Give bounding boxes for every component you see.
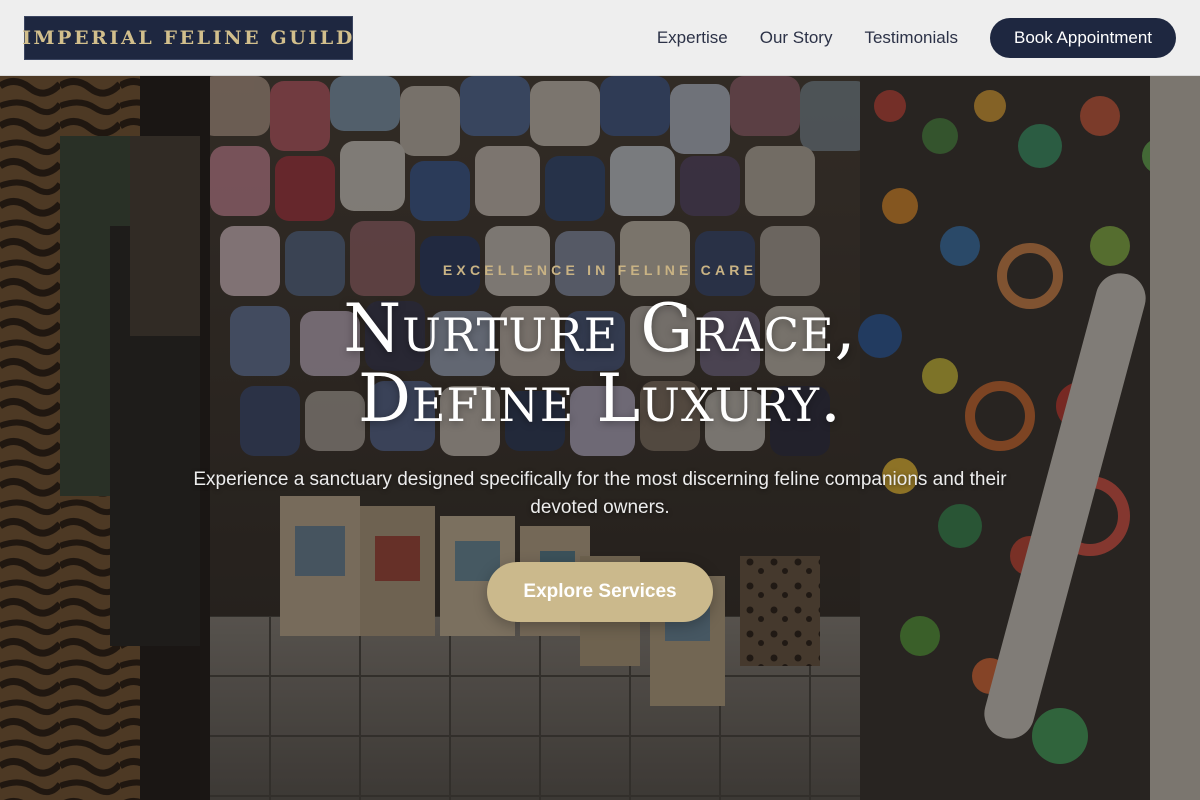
site-header: IMPERIAL FELINE GUILD Expertise Our Stor… xyxy=(0,0,1200,76)
explore-services-button[interactable]: Explore Services xyxy=(487,562,713,622)
brand-logo-text: IMPERIAL FELINE GUILD xyxy=(22,27,355,49)
book-appointment-button[interactable]: Book Appointment xyxy=(990,18,1176,58)
hero-section: EXCELLENCE IN FELINE CARE Nurture Grace,… xyxy=(0,76,1200,800)
brand-logo[interactable]: IMPERIAL FELINE GUILD xyxy=(22,16,355,60)
main-nav: Expertise Our Story Testimonials Book Ap… xyxy=(657,18,1176,58)
page: IMPERIAL FELINE GUILD Expertise Our Stor… xyxy=(0,0,1200,800)
nav-link-testimonials[interactable]: Testimonials xyxy=(864,28,958,48)
nav-link-expertise[interactable]: Expertise xyxy=(657,28,728,48)
nav-link-our-story[interactable]: Our Story xyxy=(760,28,833,48)
hero-eyebrow: EXCELLENCE IN FELINE CARE xyxy=(442,262,758,278)
hero-headline-line-2: Define Luxury. xyxy=(357,360,843,437)
hero-headline: Nurture Grace, Define Luxury. xyxy=(0,294,1200,434)
hero-subtext: Experience a sanctuary designed specific… xyxy=(193,469,1007,518)
hero-content: EXCELLENCE IN FELINE CARE Nurture Grace,… xyxy=(0,76,1200,800)
hero-headline-line-1: Nurture Grace, xyxy=(343,290,857,367)
